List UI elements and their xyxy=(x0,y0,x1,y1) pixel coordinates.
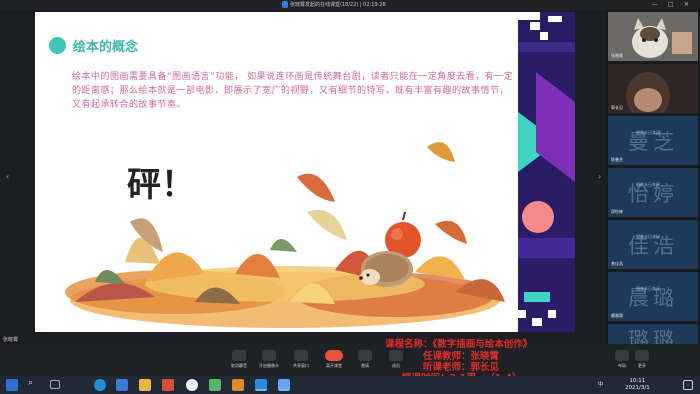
next-page-icon[interactable]: › xyxy=(598,172,601,181)
start-camera-button[interactable]: 开启摄像头 xyxy=(251,350,287,369)
members-button[interactable]: 成员 xyxy=(378,350,414,369)
windows-icon[interactable] xyxy=(6,379,18,391)
close-button[interactable]: ✕ xyxy=(684,1,689,8)
share-screen-icon xyxy=(294,350,308,361)
app-icon[interactable] xyxy=(162,379,174,391)
camera-off-label: 摄像头已关闭 xyxy=(636,130,660,135)
invite-icon xyxy=(358,350,372,361)
hedgehog-leaves-illustration xyxy=(65,142,505,328)
slide-decorative-strip xyxy=(518,12,575,332)
participants-panel: 张晓霄 郭长见 曼芝 摄像头已关闭 陈曼芝 怡婷 摄像头已关闭 邱怡婷 佳浩 摄… xyxy=(606,10,700,344)
app-root: 张晓霄发起的在线课堂(18/22) | 02:19:28 — □ ✕ 绘本的概念… xyxy=(0,0,700,394)
more-icon xyxy=(635,350,649,361)
shared-slide: 绘本的概念 绘本中的图画需要具备“图画语言”功能， 如果说连环画是传统舞台剧，读… xyxy=(35,12,575,332)
microphone-icon xyxy=(232,350,246,361)
task-view-icon[interactable] xyxy=(50,380,60,389)
participant-tile[interactable]: 张晓霄 xyxy=(608,12,698,61)
shield-icon xyxy=(282,1,288,8)
window-title: 张晓霄发起的在线课堂(18/22) | 02:19:28 xyxy=(290,2,386,8)
camera-off-label: 摄像头已关闭 xyxy=(636,182,660,187)
meeting-toolbar: 取消静音 开启摄像头 共享窗口 离开课堂 邀请 成员 布局 更多 xyxy=(0,344,700,376)
participant-tile[interactable]: 璐璐 xyxy=(608,324,698,344)
avatar: 璐璐 xyxy=(628,328,678,344)
mail-icon[interactable] xyxy=(116,379,128,391)
more-button[interactable]: 更多 xyxy=(624,350,660,369)
participant-name: 张晓霄 xyxy=(611,53,623,58)
camera-off-label: 摄像头已关闭 xyxy=(636,286,660,291)
minimize-button[interactable]: — xyxy=(652,1,658,8)
participant-name: 曾佳浩 xyxy=(611,261,623,266)
explorer-icon[interactable] xyxy=(139,379,151,391)
system-clock[interactable]: 10:11 2021/3/1 xyxy=(625,378,650,392)
share-window-button[interactable]: 共享窗口 xyxy=(283,350,319,369)
title-bar: 张晓霄发起的在线课堂(18/22) | 02:19:28 — □ ✕ xyxy=(0,0,700,10)
chrome-icon[interactable] xyxy=(186,379,198,391)
participant-name: 陈曼芝 xyxy=(611,157,623,162)
local-user-label: 张晓霄 xyxy=(3,337,19,343)
camera-icon xyxy=(262,350,276,361)
store-icon[interactable] xyxy=(232,379,244,391)
camera-off-label: 摄像头已关闭 xyxy=(636,234,660,239)
participant-tile[interactable]: 郭长见 xyxy=(608,64,698,113)
participant-tile[interactable]: 曼芝 摄像头已关闭 陈曼芝 xyxy=(608,116,698,165)
participant-tile[interactable]: 晨璐 摄像头已关闭 赖晨璐 xyxy=(608,272,698,321)
edge-icon[interactable] xyxy=(94,379,106,391)
participant-tile[interactable]: 佳浩 摄像头已关闭 曾佳浩 xyxy=(608,220,698,269)
participant-name: 赖晨璐 xyxy=(611,313,623,318)
members-icon xyxy=(389,350,403,361)
participant-name: 郭长见 xyxy=(611,105,623,110)
participant-name: 邱怡婷 xyxy=(611,209,623,214)
prev-page-icon[interactable]: ‹ xyxy=(6,172,9,181)
participant-tile[interactable]: 怡婷 摄像头已关闭 邱怡婷 xyxy=(608,168,698,217)
classroom-icon[interactable] xyxy=(255,379,267,391)
notification-icon[interactable] xyxy=(683,380,693,390)
windows-taskbar: ⌕ 中 10:11 2021/3/1 xyxy=(0,376,700,394)
geometric-pattern-graphic xyxy=(518,12,575,332)
app-icon[interactable] xyxy=(278,379,290,391)
app-icon[interactable] xyxy=(209,379,221,391)
language-indicator[interactable]: 中 xyxy=(598,380,604,388)
search-icon[interactable]: ⌕ xyxy=(28,378,40,390)
maximize-button[interactable]: □ xyxy=(668,1,674,8)
hang-up-icon xyxy=(325,350,343,361)
